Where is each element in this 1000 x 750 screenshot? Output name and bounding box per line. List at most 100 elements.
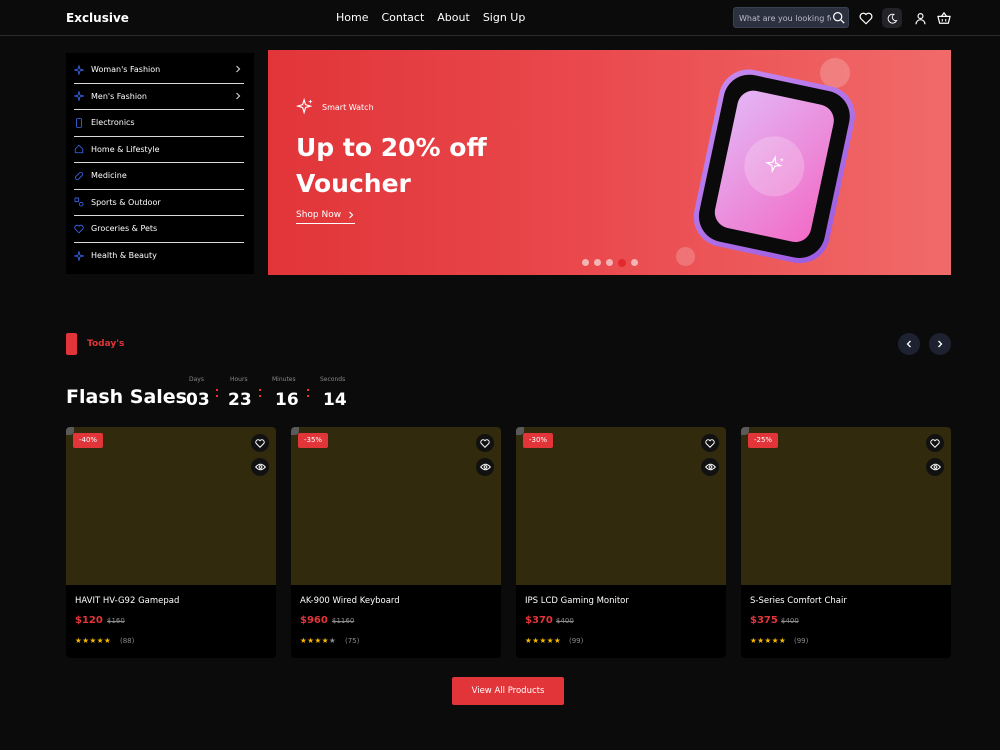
quick-view-button[interactable] bbox=[701, 458, 719, 476]
view-all-products-button[interactable]: View All Products bbox=[452, 677, 564, 705]
product-card[interactable]: -30% IPS LCD Gaming Monitor $370 $400 ★★… bbox=[516, 427, 726, 658]
sidebar-item-mens-fashion[interactable]: Men's Fashion bbox=[74, 84, 244, 110]
rating-stars: ★★★★★ bbox=[300, 636, 336, 645]
countdown-value: 14 bbox=[323, 390, 347, 410]
heart-icon bbox=[255, 438, 265, 448]
product-image[interactable] bbox=[516, 427, 726, 585]
sparkle-icon bbox=[296, 98, 313, 115]
moon-icon bbox=[887, 13, 897, 24]
wishlist-button[interactable] bbox=[856, 8, 876, 28]
discount-badge: -40% bbox=[73, 433, 104, 448]
heart-icon bbox=[480, 438, 490, 448]
product-image[interactable] bbox=[741, 427, 951, 585]
wishlist-button[interactable] bbox=[251, 434, 269, 452]
chevron-right-icon bbox=[236, 65, 241, 73]
wishlist-button[interactable] bbox=[701, 434, 719, 452]
sidebar-item-label: Health & Beauty bbox=[91, 251, 157, 261]
carousel-dot[interactable] bbox=[631, 259, 638, 266]
main-nav: Home Contact About Sign Up bbox=[336, 11, 525, 24]
product-image[interactable] bbox=[66, 427, 276, 585]
product-image[interactable] bbox=[291, 427, 501, 585]
product-price: $370 bbox=[525, 615, 553, 626]
basket-icon bbox=[937, 11, 951, 24]
carousel-dot[interactable] bbox=[606, 259, 613, 266]
product-old-price: $1160 bbox=[332, 617, 355, 625]
sidebar-item-medicine[interactable]: Medicine bbox=[74, 163, 244, 190]
sidebar-item-electronics[interactable]: Electronics bbox=[74, 110, 244, 137]
chevron-left-icon bbox=[906, 340, 911, 348]
product-card[interactable]: -35% AK-900 Wired Keyboard $960 $1160 ★★… bbox=[291, 427, 501, 658]
arrow-right-icon bbox=[349, 211, 354, 219]
product-card[interactable]: -40% HAVIT HV-G92 Gamepad $120 $160 ★★★★… bbox=[66, 427, 276, 658]
star-filled-icon: ★ bbox=[539, 636, 547, 645]
section-tag-bar bbox=[66, 333, 77, 355]
quick-view-button[interactable] bbox=[476, 458, 494, 476]
sidebar-item-womens-fashion[interactable]: Woman's Fashion bbox=[74, 57, 244, 84]
carousel-dot[interactable] bbox=[594, 259, 601, 266]
search-input[interactable] bbox=[739, 11, 831, 25]
countdown-label: Days bbox=[189, 376, 204, 383]
carousel-dots bbox=[582, 258, 638, 267]
star-filled-icon: ★ bbox=[89, 636, 97, 645]
star-filled-icon: ★ bbox=[764, 636, 772, 645]
category-sidebar: Woman's Fashion Men's Fashion Electronic… bbox=[66, 53, 254, 274]
sidebar-item-groceries-pets[interactable]: Groceries & Pets bbox=[74, 216, 244, 243]
countdown-minutes: Minutes 16 bbox=[272, 376, 299, 410]
countdown-label: Minutes bbox=[272, 376, 296, 383]
sidebar-item-sports-outdoor[interactable]: Sports & Outdoor bbox=[74, 190, 244, 216]
eye-icon bbox=[929, 463, 941, 471]
shop-now-link[interactable]: Shop Now bbox=[296, 210, 356, 224]
nav-sign-up[interactable]: Sign Up bbox=[483, 11, 526, 24]
countdown-value: 16 bbox=[275, 390, 299, 410]
product-old-price: $400 bbox=[781, 617, 799, 625]
carousel-dot-active[interactable] bbox=[618, 258, 626, 267]
user-icon bbox=[914, 12, 926, 24]
product-name[interactable]: AK-900 Wired Keyboard bbox=[300, 596, 400, 606]
quick-view-button[interactable] bbox=[926, 458, 944, 476]
star-filled-icon: ★ bbox=[771, 636, 779, 645]
review-count: (75) bbox=[345, 637, 360, 645]
product-name[interactable]: IPS LCD Gaming Monitor bbox=[525, 596, 629, 606]
hero-banner[interactable]: Smart Watch Up to 20% off Voucher Shop N… bbox=[268, 50, 951, 275]
cart-button[interactable] bbox=[934, 8, 954, 28]
product-old-price: $160 bbox=[107, 617, 125, 625]
eye-icon bbox=[254, 463, 266, 471]
review-count: (99) bbox=[794, 637, 809, 645]
countdown-value: 23 bbox=[228, 390, 252, 410]
chevron-right-icon bbox=[236, 92, 241, 99]
countdown-label: Hours bbox=[230, 376, 248, 383]
sports-icon bbox=[74, 197, 84, 207]
wishlist-button[interactable] bbox=[476, 434, 494, 452]
prev-button[interactable] bbox=[898, 333, 920, 355]
discount-badge: -25% bbox=[748, 433, 779, 448]
product-price: $375 bbox=[750, 615, 778, 626]
star-filled-icon: ★ bbox=[103, 636, 112, 645]
logo[interactable]: Exclusive bbox=[66, 11, 129, 25]
heart-icon bbox=[705, 438, 715, 448]
rating-stars: ★★★★★ bbox=[750, 636, 786, 645]
quick-view-button[interactable] bbox=[251, 458, 269, 476]
sidebar-item-label: Home & Lifestyle bbox=[91, 144, 160, 154]
sidebar-item-label: Medicine bbox=[91, 171, 127, 181]
sidebar-item-label: Men's Fashion bbox=[91, 91, 147, 101]
nav-contact[interactable]: Contact bbox=[381, 11, 424, 24]
chevron-right-icon bbox=[938, 340, 943, 348]
sidebar-item-home-lifestyle[interactable]: Home & Lifestyle bbox=[74, 137, 244, 163]
next-button[interactable] bbox=[929, 333, 951, 355]
section-tag: Today's bbox=[87, 339, 125, 349]
sidebar-item-health-beauty[interactable]: Health & Beauty bbox=[74, 243, 244, 270]
product-card[interactable]: -25% S-Series Comfort Chair $375 $400 ★★… bbox=[741, 427, 951, 658]
product-name[interactable]: HAVIT HV-G92 Gamepad bbox=[75, 596, 179, 606]
eye-icon bbox=[704, 463, 716, 471]
product-name[interactable]: S-Series Comfort Chair bbox=[750, 596, 847, 606]
countdown-days: Days 03 bbox=[186, 376, 210, 410]
nav-about[interactable]: About bbox=[437, 11, 470, 24]
rating-stars: ★★★★★ bbox=[75, 636, 111, 645]
countdown-separator bbox=[259, 389, 262, 401]
wishlist-button[interactable] bbox=[926, 434, 944, 452]
nav-home[interactable]: Home bbox=[336, 11, 368, 24]
carousel-dot[interactable] bbox=[582, 259, 589, 266]
theme-toggle-button[interactable] bbox=[882, 8, 902, 28]
search-icon[interactable] bbox=[832, 11, 845, 24]
account-button[interactable] bbox=[910, 8, 930, 28]
